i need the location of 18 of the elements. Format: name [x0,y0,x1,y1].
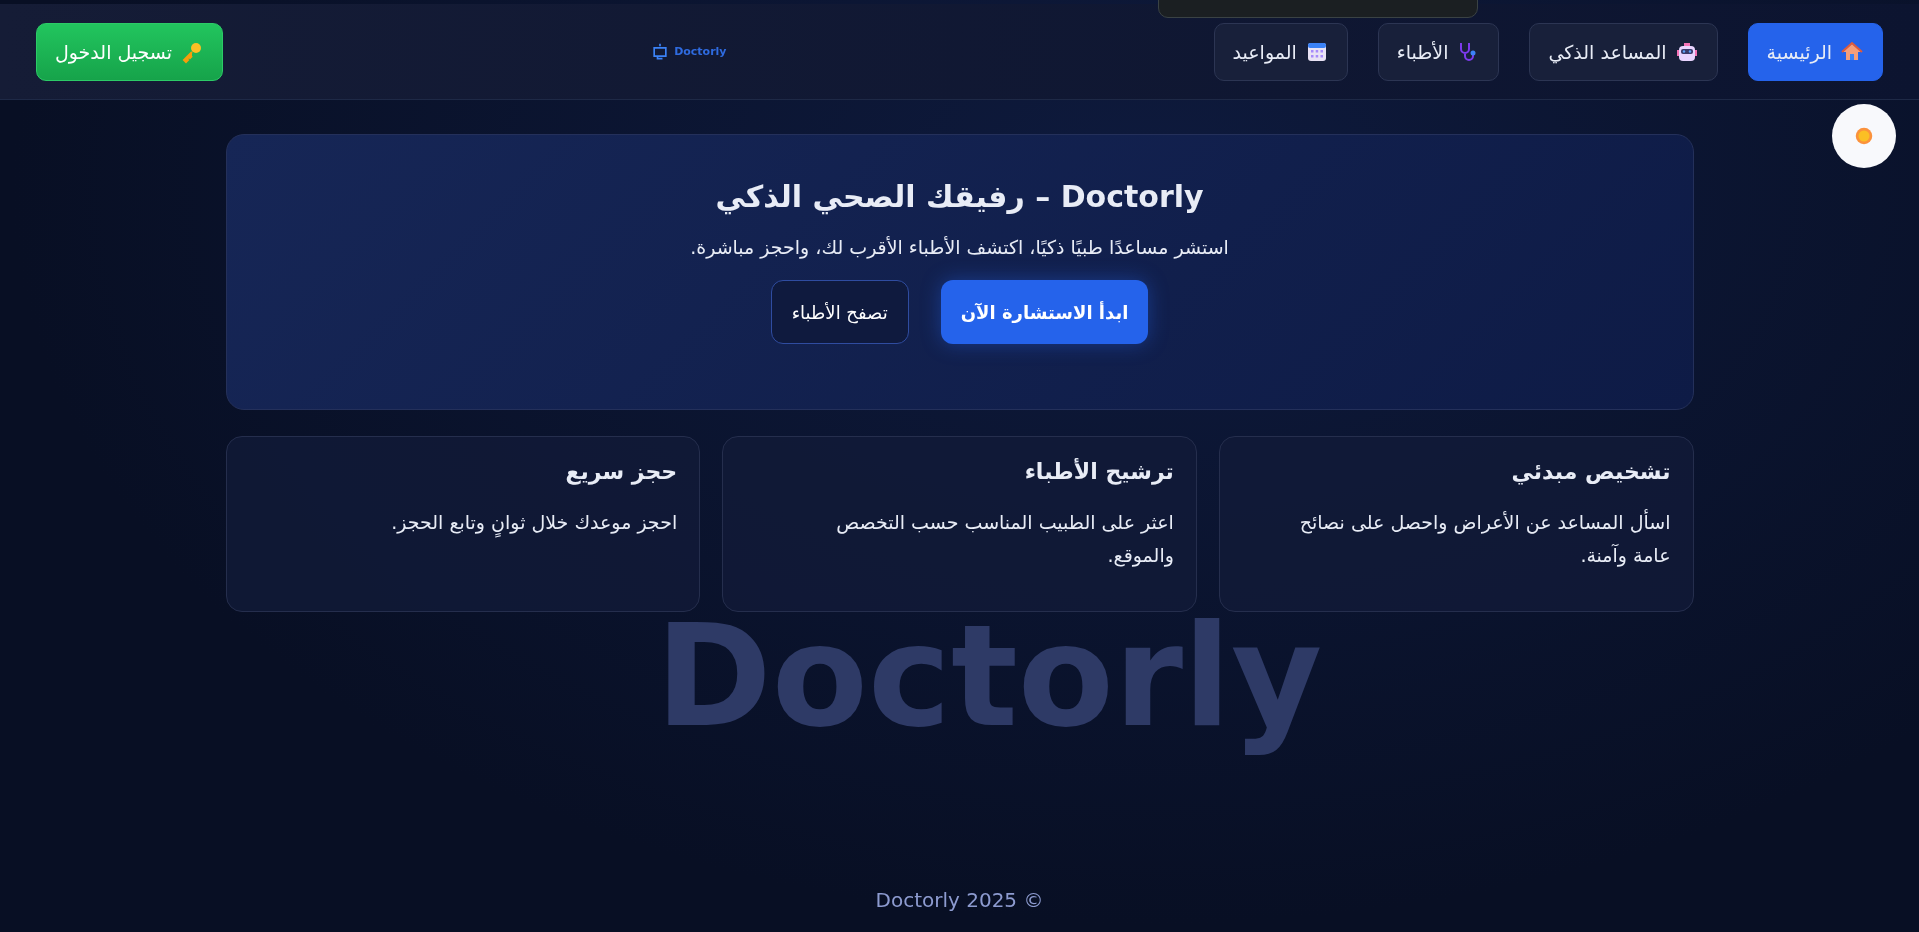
hero-title: Doctorly – رفيقك الصحي الذكي [715,179,1204,214]
nav-tab[interactable]: المساعد الذكي [1529,22,1718,81]
card-text: اسأل المساعد عن الأعراض واحصل على نصائح عامة وآمنة. [1298,508,1671,569]
card-text: اعثر على الطبيب المناسب حسب التخصص والموقع. [835,510,1174,569]
browse-button[interactable]: تصفح الأطباء [770,280,909,344]
nav-tab[interactable]: الأطباء [1377,22,1500,81]
logo-text: Doctorly [674,45,727,58]
background-wordmark: Doctorly [655,594,1323,760]
sun-icon [1853,125,1875,147]
hero-subtitle: استشر مساعدًا طبيًا ذكيًا، اكتشف الأطباء الأقرب لك، واحجز مباشرة. [690,236,1229,258]
card-text: احجز موعدك خلال ثوانٍ وتابع الحجز. [286,506,678,540]
card-title: تشخيص مبدئي [1510,459,1671,484]
card-title: ترشيح الأطباء [1023,459,1174,484]
footer-text: © Doctorly 2025 [875,888,1044,912]
nav-tab[interactable]: الرئيسية [1747,22,1883,81]
start-button[interactable]: ابدأ الاستشارة الآن [940,280,1149,344]
nav-tab[interactable]: المواعيد [1213,22,1348,81]
card-title: حجز سريع [564,459,678,484]
